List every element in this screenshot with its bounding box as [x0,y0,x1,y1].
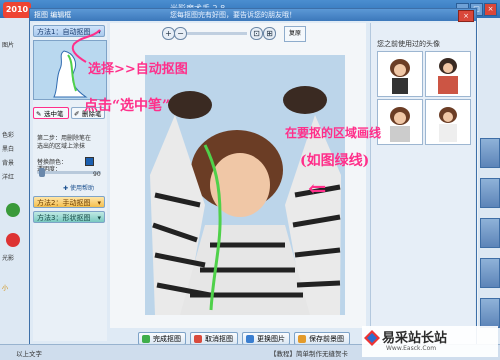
color-circle-icon[interactable] [6,233,20,247]
app-logo: 2010 [3,2,31,18]
outer-left-sidebar: 图片 色彩 黑白 背景 洋红 光影 小 [0,18,31,344]
chevron-down-icon: ▾ [97,199,101,207]
avatar-thumb-4[interactable] [425,99,471,145]
avatar-thumb-2[interactable] [425,51,471,97]
right-thumb-2[interactable] [480,178,500,208]
outer-right-strip [478,18,500,344]
dialog-banner: 您每抠图完有好图，要告诉您的朋友哦！ [170,11,296,19]
canvas-toolbar: + − ⊡ ⊞ 复原 [110,24,366,42]
reset-button[interactable]: 复原 [284,26,306,42]
help-link[interactable]: ✚ 使用帮助 [63,183,94,192]
sidebar-item-2[interactable]: 色彩 [2,130,28,140]
annotation-click-pen: 点击“选中笔” [84,98,171,114]
step2-text-b: 选出的区域上涂抹 [37,143,86,150]
zoom-slider[interactable] [187,32,247,35]
sidebar-item-5[interactable]: 洋红 [2,172,28,182]
dialog-close-button[interactable]: × [458,10,474,22]
actual-size-button[interactable]: ⊞ [263,27,276,40]
eraser-icon: ✐ [74,110,80,118]
close-app-button[interactable]: × [484,3,497,16]
watermark-title: 易采站长站 [382,331,448,346]
zoom-out-button[interactable]: − [174,27,187,40]
annotation-green-line: (如图绿线) [300,153,370,169]
recent-avatars-panel: 您之前使用过的头像 [370,23,475,341]
watermark-url: Www.Easck.Com [386,345,437,352]
method3-shape-cutout[interactable]: 方法3：形状抠图 ▾ [33,211,105,223]
annotation-select-auto: 选择>>自动抠图 [88,62,188,77]
opacity-slider-knob[interactable] [39,168,45,177]
replace-color-swatch[interactable] [85,157,94,166]
watermark: 易采站长站 Www.Easck.Com [362,326,498,357]
cancel-icon [194,335,202,343]
select-pen-button[interactable]: ✎ 选中笔 [33,107,69,119]
sidebar-item-3[interactable]: 黑白 [2,144,28,154]
check-icon [142,335,150,343]
avatar-thumb-3[interactable] [377,99,423,145]
dialog-title: 抠图 编辑框 [34,11,72,19]
method2-manual-cutout[interactable]: 方法2：手动抠图 ▾ [33,196,105,208]
right-thumb-1[interactable] [480,138,500,168]
fit-button[interactable]: ⊡ [250,27,263,40]
annotation-curve [71,29,101,63]
recent-avatars-title: 您之前使用过的头像 [377,40,440,48]
help-icon: ✚ [63,185,70,192]
sidebar-item-6[interactable]: 光影 [2,253,28,263]
pen-icon: ✎ [36,110,42,118]
status-right: 【教程】简单制作无缝贺卡 [270,350,348,358]
right-thumb-3[interactable] [480,218,500,248]
opacity-slider-track[interactable] [37,171,101,174]
dialog-title-bar: 抠图 编辑框 您每抠图完有好图，要告诉您的朋友哦！ × [30,9,476,22]
annotation-draw-line: 在要抠的区域画线 [285,126,382,140]
right-thumb-5[interactable] [480,298,500,328]
chevron-down-icon: ▾ [97,214,101,222]
tool-circle-icon[interactable] [6,203,20,217]
right-thumb-4[interactable] [480,258,500,288]
avatar-thumb-1[interactable] [377,51,423,97]
sidebar-item-7[interactable]: 小 [2,283,28,293]
watermark-logo-icon [364,330,380,346]
status-left: 以上文字 [16,350,42,358]
opacity-value: 90 [93,171,101,178]
image-icon [246,335,254,343]
save-icon [298,335,306,343]
sidebar-item-4[interactable]: 背景 [2,158,28,168]
sidebar-item-1[interactable]: 图片 [2,40,28,50]
arrow-left-icon: ⇐ [308,176,327,202]
